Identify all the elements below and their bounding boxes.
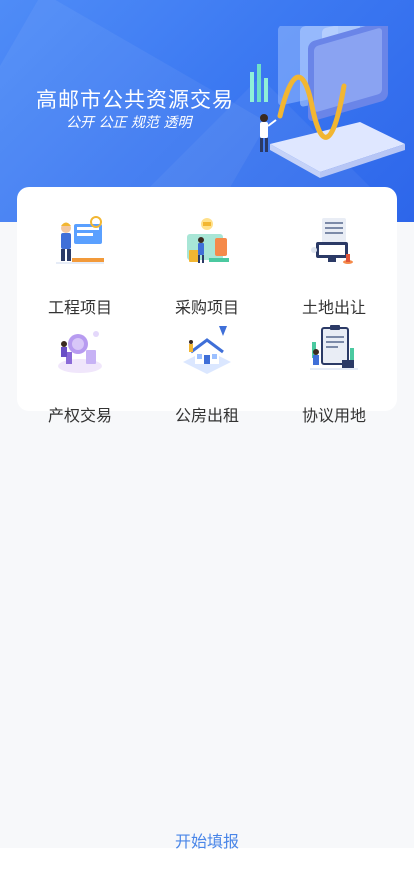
property-rights-icon (58, 331, 102, 373)
category-label: 公房出租 (174, 406, 239, 425)
construction-worker-icon (56, 216, 104, 264)
category-grid: 工程项目 采购项目 土地出让 产权交易 公房出租 协议用地 (17, 187, 397, 425)
procurement-icon (187, 218, 229, 263)
category-label: 工程项目 (47, 298, 112, 317)
category-engineering[interactable]: 工程项目 (17, 214, 143, 317)
category-label: 采购项目 (174, 298, 239, 317)
land-transfer-icon (311, 218, 353, 264)
category-procurement[interactable]: 采购项目 (144, 214, 270, 317)
category-property-rights[interactable]: 产权交易 (17, 322, 143, 425)
bottom-bar (0, 848, 414, 896)
category-label: 协议用地 (301, 406, 366, 425)
start-fill-button[interactable]: 开始填报 (0, 828, 414, 852)
agreement-land-icon (310, 325, 358, 370)
banner-subtitle: 公开 公正 规范 透明 (66, 115, 192, 131)
category-agreement-land[interactable]: 协议用地 (271, 322, 397, 425)
category-public-housing-rental[interactable]: 公房出租 (144, 322, 270, 425)
public-housing-rental-icon (183, 326, 231, 374)
category-label: 土地出让 (301, 298, 366, 317)
banner-title: 高邮市公共资源交易 (36, 88, 234, 112)
category-land-transfer[interactable]: 土地出让 (271, 214, 397, 317)
laptop-chart-illustration (250, 26, 405, 178)
category-label: 产权交易 (47, 406, 112, 425)
